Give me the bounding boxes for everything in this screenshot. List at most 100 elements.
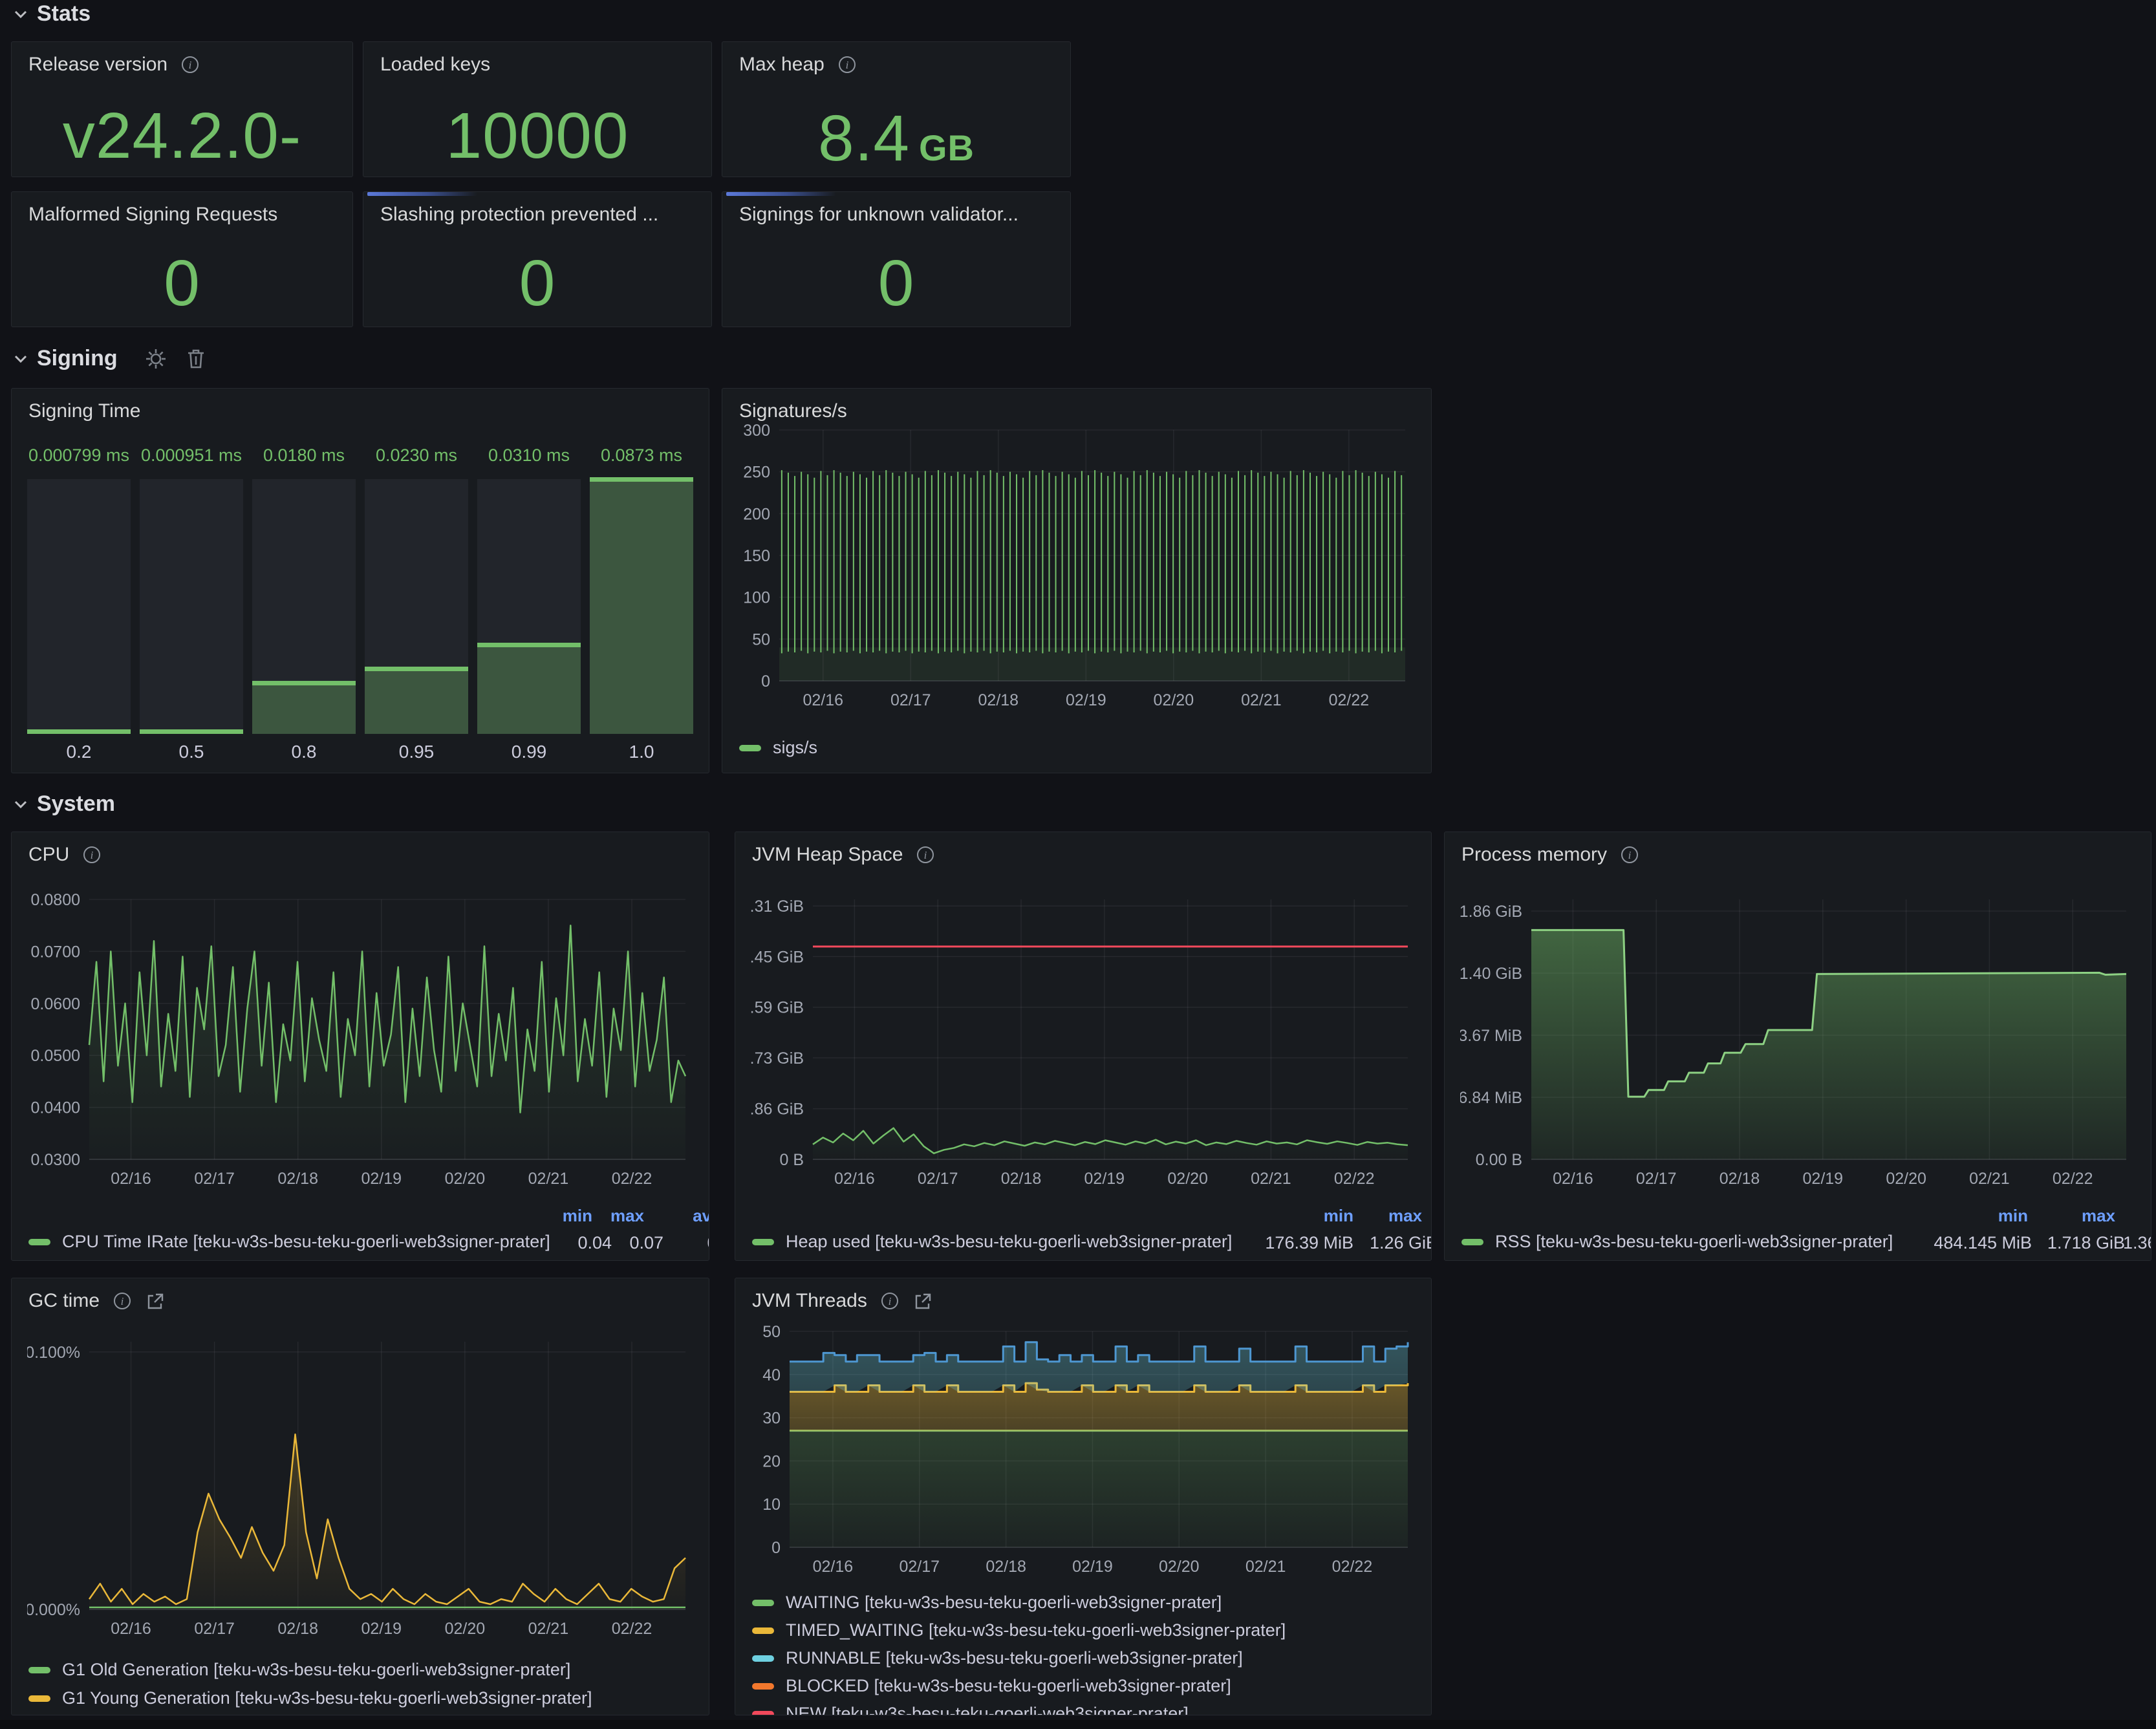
info-icon[interactable]: i [180, 55, 200, 74]
legend-header-min[interactable]: min [1276, 1206, 1353, 1226]
panel-loaded-keys: Loaded keys 10000 [363, 41, 712, 177]
svg-text:02/19: 02/19 [361, 1620, 402, 1638]
info-icon[interactable]: i [113, 1291, 132, 1311]
cpu-chart: 02/1602/1702/1802/1902/2002/2102/220.030… [27, 866, 695, 1197]
section-stats[interactable]: Stats [14, 1, 91, 27]
legend-item[interactable]: TIMED_WAITING [teku-w3s-besu-teku-goerli… [752, 1620, 1286, 1640]
legend-item-cpu[interactable]: CPU Time IRate [teku-w3s-besu-teku-goerl… [28, 1232, 550, 1252]
svg-text:02/16: 02/16 [813, 1558, 854, 1576]
info-icon[interactable]: i [1620, 845, 1639, 865]
svg-text:02/22: 02/22 [1334, 1170, 1375, 1188]
svg-text:0.0700: 0.0700 [31, 943, 80, 961]
svg-text:02/17: 02/17 [890, 691, 931, 709]
legend-item[interactable]: NEW [teku-w3s-besu-teku-goerli-web3signe… [752, 1704, 1189, 1715]
svg-text:02/20: 02/20 [1167, 1170, 1208, 1188]
gear-icon[interactable] [145, 348, 167, 370]
stat-value: 10000 [363, 99, 711, 173]
legend-item-rss[interactable]: RSS [teku-w3s-besu-teku-goerli-web3signe… [1461, 1232, 1893, 1252]
section-system[interactable]: System [14, 791, 115, 817]
info-icon[interactable]: i [880, 1291, 900, 1311]
bar-track [590, 479, 693, 734]
svg-text:02/18: 02/18 [1719, 1170, 1760, 1188]
chevron-down-icon [14, 800, 28, 809]
bar-fill [365, 667, 468, 734]
stat-value: 0 [12, 246, 352, 321]
svg-text:02/18: 02/18 [978, 691, 1019, 709]
svg-text:02/19: 02/19 [1066, 691, 1106, 709]
svg-text:0.0300: 0.0300 [31, 1151, 80, 1169]
trash-icon[interactable] [186, 348, 206, 370]
legend-label: RSS [teku-w3s-besu-teku-goerli-web3signe… [1495, 1232, 1893, 1252]
bar-track [477, 479, 581, 734]
panel-title[interactable]: Release version [28, 54, 167, 76]
panel-title[interactable]: Max heap [739, 54, 825, 76]
legend-item-sigs[interactable]: sigs/s [739, 738, 817, 758]
svg-text:02/19: 02/19 [1084, 1170, 1125, 1188]
signing-time-bar: 0.0310 ms0.99 [477, 446, 581, 762]
external-link-icon[interactable] [912, 1291, 932, 1311]
svg-text:02/19: 02/19 [1072, 1558, 1113, 1576]
legend-item[interactable]: WAITING [teku-w3s-besu-teku-goerli-web3s… [752, 1593, 1222, 1613]
legend-item[interactable]: BLOCKED [teku-w3s-besu-teku-goerli-web3s… [752, 1676, 1231, 1696]
panel-title[interactable]: Process memory [1461, 844, 1607, 866]
svg-text:250: 250 [743, 464, 770, 482]
bar-fill [27, 729, 131, 734]
svg-text:953.67 MiB: 953.67 MiB [1460, 1027, 1522, 1045]
svg-text:0.00 B: 0.00 B [1476, 1151, 1522, 1169]
svg-text:0: 0 [771, 1539, 781, 1557]
legend-item[interactable]: RUNNABLE [teku-w3s-besu-teku-goerli-web3… [752, 1648, 1243, 1668]
bar-track [252, 479, 356, 734]
legend-item[interactable]: G1 Young Generation [teku-w3s-besu-teku-… [28, 1688, 592, 1708]
panel-title[interactable]: Malformed Signing Requests [28, 204, 277, 226]
bar-bucket-label: 1.0 [629, 742, 654, 762]
svg-text:50: 50 [762, 1323, 781, 1341]
panel-title[interactable]: Slashing protection prevented ... [380, 204, 658, 226]
info-icon[interactable]: i [837, 55, 857, 74]
svg-text:0 B: 0 B [779, 1151, 804, 1169]
legend-swatch [739, 745, 761, 751]
panel-title[interactable]: JVM Heap Space [752, 844, 903, 866]
info-icon[interactable]: i [82, 845, 102, 865]
svg-text:02/16: 02/16 [111, 1620, 151, 1638]
panel-title[interactable]: Signing Time [28, 400, 140, 422]
bar-bucket-label: 0.8 [292, 742, 317, 762]
svg-text:i: i [845, 59, 848, 71]
svg-text:02/16: 02/16 [111, 1170, 151, 1188]
section-signing[interactable]: Signing [14, 346, 206, 371]
svg-text:02/22: 02/22 [612, 1170, 652, 1188]
panel-cpu: CPU i 02/1602/1702/1802/1902/2002/2102/2… [11, 832, 709, 1261]
bar-bucket-label: 0.5 [179, 742, 204, 762]
svg-text:i: i [121, 1295, 124, 1307]
bar-bucket-label: 0.2 [67, 742, 92, 762]
legend-header-avg[interactable]: avg [644, 1206, 709, 1226]
legend-header-max[interactable]: max [566, 1206, 644, 1226]
external-link-icon[interactable] [145, 1291, 164, 1311]
legend-item[interactable]: G1 Old Generation [teku-w3s-besu-teku-go… [28, 1660, 570, 1680]
legend-max-value: 1.718 GiB [2041, 1233, 2125, 1253]
legend-label: G1 Young Generation [teku-w3s-besu-teku-… [62, 1688, 592, 1708]
panel-title[interactable]: Loaded keys [380, 54, 490, 76]
legend-header-max[interactable]: max [2038, 1206, 2115, 1226]
panel-title[interactable]: JVM Threads [752, 1290, 867, 1312]
bar-bucket-label: 0.99 [512, 742, 547, 762]
svg-text:02/22: 02/22 [612, 1620, 652, 1638]
panel-title[interactable]: Signings for unknown validator... [739, 204, 1019, 226]
legend-item-heap[interactable]: Heap used [teku-w3s-besu-teku-goerli-web… [752, 1232, 1232, 1252]
svg-text:02/21: 02/21 [1241, 691, 1282, 709]
info-icon[interactable]: i [916, 845, 935, 865]
signatures-chart: 02/1602/1702/1802/1902/2002/2102/2205010… [738, 417, 1417, 721]
legend-label: TIMED_WAITING [teku-w3s-besu-teku-goerli… [786, 1620, 1286, 1640]
svg-text:0.0400: 0.0400 [31, 1099, 80, 1117]
legend-header-max[interactable]: max [1344, 1206, 1422, 1226]
svg-text:02/19: 02/19 [361, 1170, 402, 1188]
panel-title[interactable]: CPU [28, 844, 69, 866]
bar-value: 0.0873 ms [601, 446, 682, 474]
panel-title[interactable]: GC time [28, 1290, 100, 1312]
legend-swatch [752, 1627, 774, 1634]
legend-label: sigs/s [773, 738, 817, 758]
legend-header-min[interactable]: min [1950, 1206, 2028, 1226]
grafana-dashboard: Stats Release version i v24.2.0-RC1 Load… [0, 0, 2156, 1729]
svg-text:02/22: 02/22 [1332, 1558, 1373, 1576]
svg-text:02/17: 02/17 [899, 1558, 940, 1576]
panel-slashing-prevented: Slashing protection prevented ... 0 [363, 191, 712, 327]
